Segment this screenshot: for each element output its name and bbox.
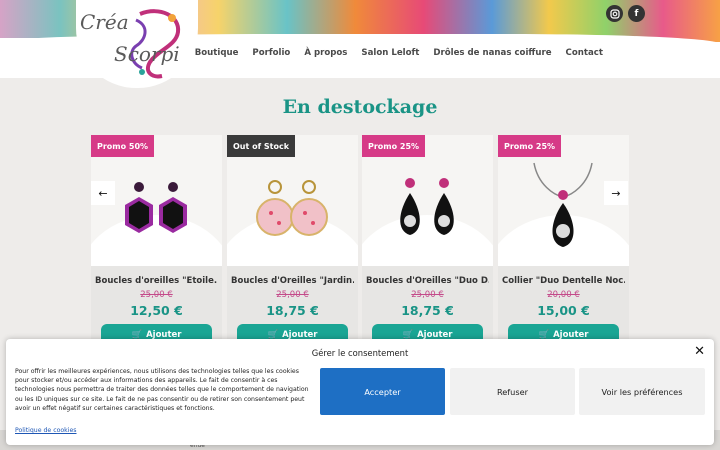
sale-price: 18,75 € xyxy=(266,303,319,318)
site-logo[interactable]: Créa Scorpi xyxy=(80,6,198,80)
nav-item-boutique[interactable]: Boutique xyxy=(188,48,246,58)
product-name[interactable]: Boucles d'Oreilles "Jardin... xyxy=(231,276,354,286)
nav-item-porfolio[interactable]: Porfolio xyxy=(245,48,297,58)
nav-item-contact[interactable]: Contact xyxy=(559,48,610,58)
facebook-icon[interactable]: f xyxy=(628,5,645,22)
cookie-consent-banner: Gérer le consentement ✕ Pour offrir les … xyxy=(6,339,714,445)
old-price: 25,00 € xyxy=(411,290,444,300)
consent-description: Pour offrir les meilleures expériences, … xyxy=(15,368,309,412)
product-name[interactable]: Boucles d'Oreilles "Duo D... xyxy=(366,276,489,286)
promo-badge: Promo 25% xyxy=(498,135,562,157)
sale-price: 12,50 € xyxy=(130,303,183,318)
carousel-next-button[interactable]: → xyxy=(604,181,628,205)
nav-item-droles-de-nanas[interactable]: Drôles de nanas coiffure xyxy=(426,48,558,58)
product-card[interactable]: Promo 25% Collier "Duo Dentelle Noc... 2… xyxy=(498,135,629,347)
logo-text-scorpi: Scorpi xyxy=(114,42,180,66)
product-image[interactable]: Promo 25% xyxy=(362,135,493,266)
close-icon[interactable]: ✕ xyxy=(694,344,705,359)
product-card[interactable]: Promo 50% Boucles d'oreilles "Étoile... … xyxy=(91,135,222,347)
product-name[interactable]: Boucles d'oreilles "Étoile... xyxy=(95,276,218,286)
cookie-policy-link[interactable]: Politique de cookies xyxy=(15,427,77,434)
old-price: 25,00 € xyxy=(276,290,309,300)
old-price: 20,00 € xyxy=(547,290,580,300)
sale-price: 15,00 € xyxy=(537,303,590,318)
refuse-button[interactable]: Refuser xyxy=(450,368,575,415)
sale-price: 18,75 € xyxy=(401,303,454,318)
carousel-prev-button[interactable]: ← xyxy=(91,181,115,205)
promo-badge: Promo 50% xyxy=(91,135,155,157)
instagram-icon[interactable] xyxy=(606,5,623,22)
logo-text-crea: Créa xyxy=(80,10,129,34)
arrow-left-icon: ← xyxy=(98,186,108,200)
nav-item-a-propos[interactable]: À propos xyxy=(297,48,354,58)
promo-badge: Promo 25% xyxy=(362,135,426,157)
preferences-button[interactable]: Voir les préférences xyxy=(579,368,705,415)
section-title: En destockage xyxy=(282,96,438,118)
product-name[interactable]: Collier "Duo Dentelle Noc... xyxy=(502,276,625,286)
nav-item-salon-leloft[interactable]: Salon Leloft xyxy=(354,48,426,58)
product-image[interactable]: Out of Stock xyxy=(227,135,358,266)
consent-title: Gérer le consentement xyxy=(311,348,409,358)
accept-button[interactable]: Accepter xyxy=(320,368,445,415)
product-card[interactable]: Promo 25% Boucles d'Oreilles "Duo D... 2… xyxy=(362,135,493,347)
product-card[interactable]: Out of Stock Boucles d'Oreilles "Jardin.… xyxy=(227,135,358,347)
arrow-right-icon: → xyxy=(611,186,621,200)
old-price: 25,00 € xyxy=(140,290,173,300)
main-nav: Boutique Porfolio À propos Salon Leloft … xyxy=(188,48,610,58)
stock-badge: Out of Stock xyxy=(227,135,296,157)
